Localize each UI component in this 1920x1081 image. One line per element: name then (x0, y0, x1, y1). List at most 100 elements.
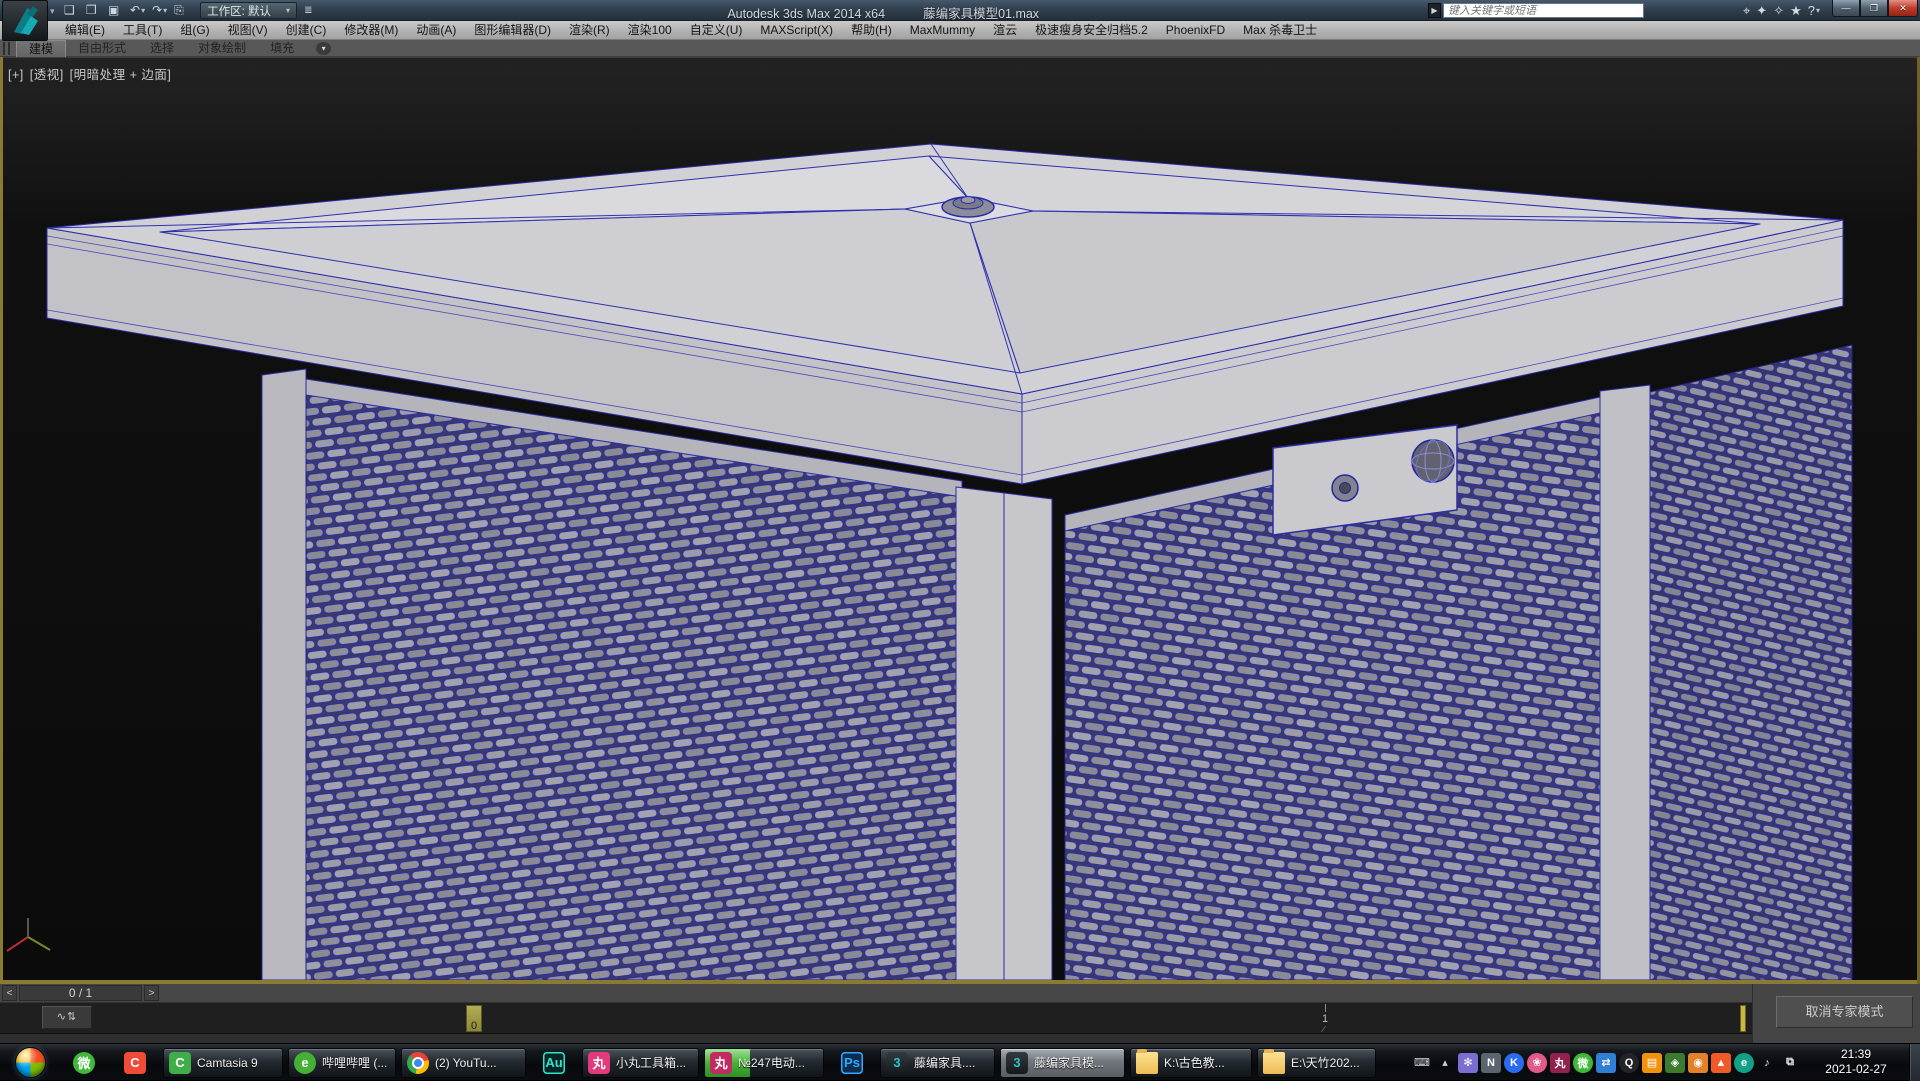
workspace-selector[interactable]: 工作区: 默认 ▾ (200, 2, 297, 19)
ribbon-tab[interactable]: 填充 (258, 40, 306, 56)
search-launch-arrow-icon[interactable]: ▶ (1428, 3, 1441, 18)
audition-pinned-icon[interactable]: Au (531, 1048, 577, 1078)
menu-item[interactable]: 组(G) (171, 21, 218, 39)
favorites-star-icon[interactable]: ★ (1790, 3, 1802, 19)
3ds-max-logo-button[interactable] (2, 0, 48, 41)
mini-curve-editor-button[interactable]: ∿⇅ (42, 1006, 92, 1029)
menu-item[interactable]: 极速瘦身安全归档5.2 (1026, 21, 1157, 39)
taskbar-max-window-1[interactable]: 3 藤编家具.... (880, 1048, 995, 1078)
taskbar-folder-k[interactable]: K:\古色教... (1130, 1048, 1252, 1078)
wan-viewer-tray-icon[interactable]: 丸 (1550, 1053, 1570, 1073)
menu-item[interactable]: 渲染(R) (560, 21, 619, 39)
minimize-button[interactable]: — (1832, 0, 1860, 17)
menu-item[interactable]: 编辑(E) (56, 21, 114, 39)
viewport-pov-menu[interactable]: [透视] (30, 68, 64, 82)
perspective-viewport[interactable]: [+] [透视] [明暗处理 + 边面] (0, 57, 1920, 980)
network-display-tray-icon[interactable]: ⧉ (1780, 1053, 1800, 1073)
previous-frame-button[interactable]: < (2, 985, 17, 1001)
next-frame-button[interactable]: > (144, 985, 159, 1001)
search-binoculars-icon[interactable]: ⌖ (1743, 3, 1750, 19)
communication-satellite-icon[interactable]: ✧ (1773, 3, 1784, 19)
menu-item[interactable]: MaxMummy (901, 21, 984, 39)
save-file-icon[interactable]: ▣ (106, 2, 125, 19)
taskbar-item-icon (15, 1047, 46, 1078)
ribbon-tab[interactable]: 自由形式 (66, 40, 138, 56)
photoshop-pinned-icon[interactable]: Ps (829, 1048, 875, 1078)
taskbar-item-icon: Au (543, 1052, 565, 1074)
wicker-panel-back-right (1650, 345, 1852, 980)
purple-utility-tray-icon[interactable]: ✻ (1458, 1053, 1478, 1073)
show-desktop-button[interactable] (1909, 1044, 1920, 1081)
taskbar-folder-e[interactable]: E:\天竹202... (1257, 1048, 1376, 1078)
time-slider-handle[interactable]: 0 (466, 1005, 482, 1032)
menu-item[interactable]: 自定义(U) (681, 21, 752, 39)
menu-item[interactable]: 渲染100 (619, 21, 681, 39)
green-display-tray-icon[interactable]: ◈ (1665, 1053, 1685, 1073)
open-file-icon[interactable]: ❒ (84, 2, 103, 19)
kuaishou-tray-icon[interactable]: K (1504, 1053, 1524, 1073)
cancel-expert-mode-button[interactable]: 取消专家模式 (1776, 996, 1913, 1028)
ribbon-options-caret-icon[interactable]: ▾ (316, 42, 331, 55)
eset-tray-icon[interactable]: e (1734, 1053, 1754, 1073)
ribbon-tab[interactable]: 选择 (138, 40, 186, 56)
menu-item[interactable]: 渲云 (984, 21, 1026, 39)
taskbar-clock[interactable]: 21:39 2021-02-27 (1808, 1047, 1904, 1077)
license-key-icon[interactable]: ✦ (1756, 3, 1767, 19)
menu-item[interactable]: 修改器(M) (335, 21, 407, 39)
keyboard-layout-tray-icon[interactable]: ⌨ (1412, 1053, 1432, 1073)
taskbar-item-label: Camtasia 9 (197, 1056, 277, 1070)
menu-item[interactable]: PhoenixFD (1157, 21, 1234, 39)
taskbar-camtasia-window[interactable]: C Camtasia 9 (163, 1048, 283, 1078)
menu-item[interactable]: 视图(V) (219, 21, 277, 39)
undo-icon[interactable]: ↶▾ (128, 2, 147, 19)
qat-overflow-icon[interactable]: ≣ (304, 5, 312, 16)
camera-tray-icon[interactable]: ◉ (1688, 1053, 1708, 1073)
track-bar[interactable]: ∿⇅ 0 1 (0, 1003, 1752, 1034)
flame-security-tray-icon[interactable]: ▲ (1711, 1053, 1731, 1073)
logo-caret-icon[interactable]: ▾ (50, 6, 55, 17)
project-clipboard-icon[interactable]: ⎘ (172, 2, 191, 19)
ribbon-tab[interactable]: 建模 (16, 40, 66, 57)
search-input[interactable] (1443, 3, 1644, 18)
ribbon-tab[interactable]: 对象绘制 (186, 40, 258, 56)
taskbar-item-label: 藤编家具模... (1034, 1054, 1119, 1071)
new-scene-icon[interactable]: ❑ (62, 2, 81, 19)
menu-item[interactable]: 帮助(H) (842, 21, 901, 39)
taskbar-bilibili-window[interactable]: e 哔哩哔哩 (... (288, 1048, 396, 1078)
start-button[interactable] (4, 1048, 56, 1078)
sync-tray-icon[interactable]: ⇄ (1596, 1053, 1616, 1073)
menu-item[interactable]: 动画(A) (407, 21, 465, 39)
menu-item[interactable]: 创建(C) (277, 21, 336, 39)
volume-tray-icon[interactable]: ♪ (1757, 1053, 1777, 1073)
close-button[interactable]: ✕ (1888, 0, 1918, 17)
taskbar-item-icon: 3 (886, 1052, 908, 1074)
taskbar-item-label: (2) YouTu... (435, 1056, 520, 1070)
restore-button[interactable]: ❐ (1860, 0, 1888, 17)
menu-item[interactable]: MAXScript(X) (751, 21, 842, 39)
menu-item[interactable]: Max 杀毒卫士 (1234, 21, 1326, 39)
wechat-tray-icon[interactable]: 微 (1573, 1053, 1593, 1073)
taskbar-xiaowan-toolbox[interactable]: 丸 小丸工具箱... (582, 1048, 699, 1078)
ribbon-grip-handle[interactable] (3, 42, 10, 55)
clipper-tray-icon[interactable]: N (1481, 1053, 1501, 1073)
open-file-name: 藤编家具模型01.max (923, 7, 1039, 21)
orange-browser-tray-icon[interactable]: ▤ (1642, 1053, 1662, 1073)
time-spinner-row: < 0 / 1 > (0, 984, 1752, 1003)
taskbar-item-label: 藤编家具.... (914, 1054, 989, 1071)
viewport-general-menu[interactable]: [+] (8, 68, 24, 82)
taskbar-item-label: E:\天竹202... (1291, 1054, 1370, 1071)
wechat-pinned-icon[interactable]: 微 (61, 1048, 107, 1078)
redo-icon[interactable]: ↷▾ (150, 2, 169, 19)
menu-item[interactable]: 工具(T) (114, 21, 171, 39)
taskbar-no247-download[interactable]: 丸 №247电动... (704, 1048, 824, 1078)
menu-item[interactable]: 图形编辑器(D) (465, 21, 560, 39)
viewport-shading-menu[interactable]: [明暗处理 + 边面] (70, 68, 172, 82)
taskbar-max-window-2[interactable]: 3 藤编家具模... (1000, 1048, 1125, 1078)
camtasia-pinned-icon[interactable]: C (112, 1048, 158, 1078)
current-frame-field[interactable]: 0 / 1 (19, 985, 142, 1001)
media-flower-tray-icon[interactable]: ❀ (1527, 1053, 1547, 1073)
help-icon[interactable]: ?▾ (1808, 3, 1820, 18)
taskbar-chrome-window[interactable]: (2) YouTu... (401, 1048, 526, 1078)
qq-tray-icon[interactable]: Q (1619, 1053, 1639, 1073)
tray-expand-icon[interactable]: ▴ (1435, 1053, 1455, 1073)
